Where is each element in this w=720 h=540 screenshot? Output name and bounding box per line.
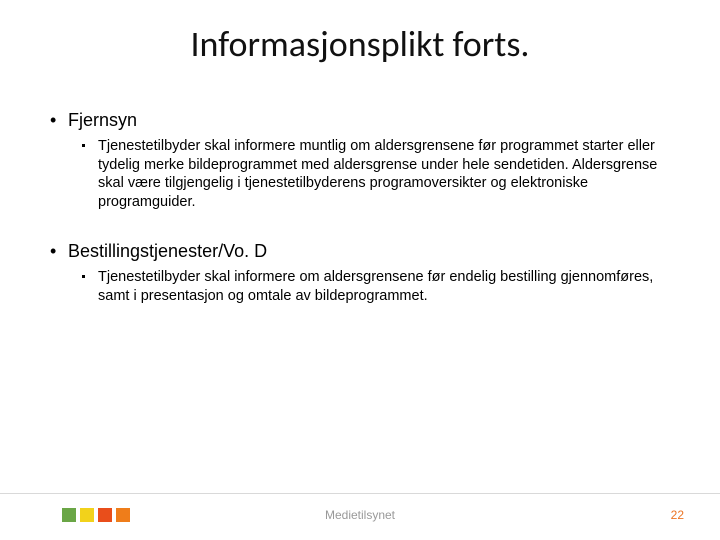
page-number: 22	[671, 508, 684, 522]
bullet-1-heading: Fjernsyn	[50, 110, 660, 131]
slide: Informasjonsplikt forts. Fjernsyn Tjenes…	[0, 0, 720, 540]
footer-divider	[0, 493, 720, 494]
bullet-2-heading: Bestillingstjenester/Vo. D	[50, 241, 660, 262]
spacer	[50, 211, 660, 241]
footer-org: Medietilsynet	[0, 508, 720, 522]
bullet-2-body: Tjenestetilbyder skal informere om alder…	[76, 268, 660, 305]
slide-title: Informasjonsplikt forts.	[0, 22, 720, 66]
bullet-1-body: Tjenestetilbyder skal informere muntlig …	[76, 137, 660, 211]
slide-body: Fjernsyn Tjenestetilbyder skal informere…	[50, 110, 660, 305]
